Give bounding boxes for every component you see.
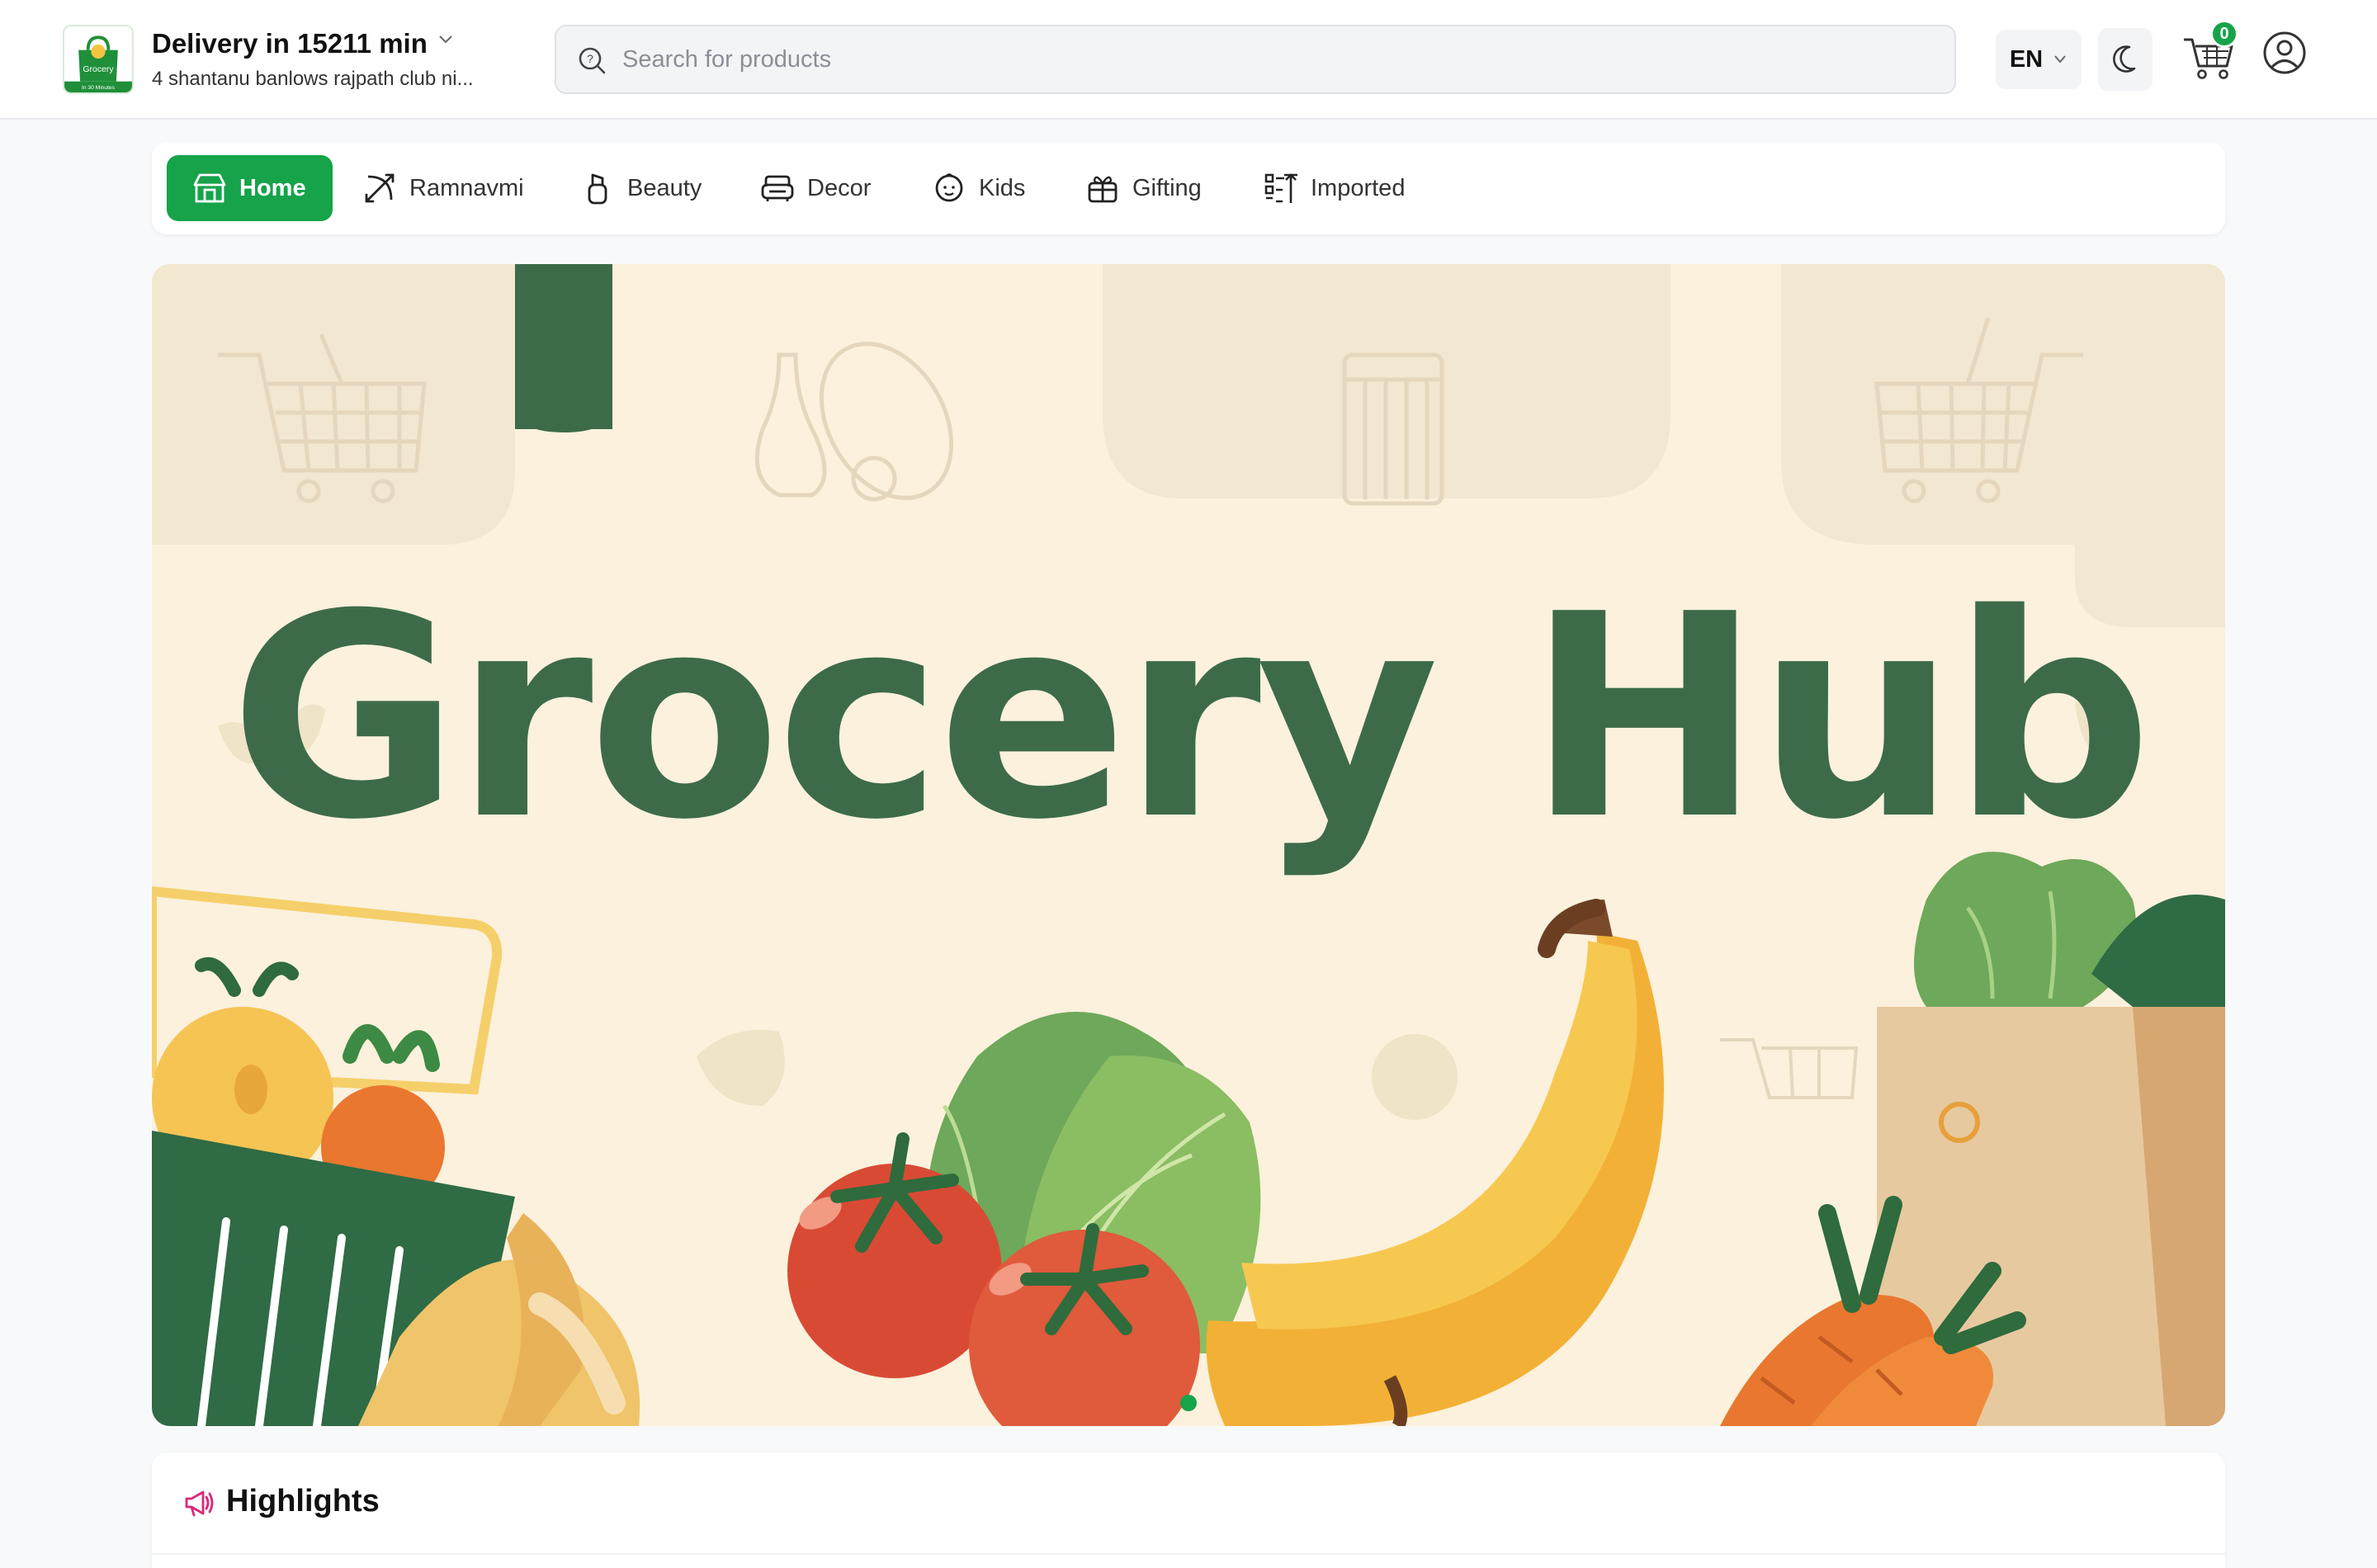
megaphone-icon	[185, 1490, 214, 1517]
category-ramnavmi[interactable]: Ramnavmi	[362, 155, 524, 221]
category-label: Home	[239, 174, 306, 201]
moon-icon	[2113, 45, 2136, 73]
bow-arrow-icon	[365, 173, 395, 203]
category-decor[interactable]: Decor	[759, 155, 871, 221]
cart-count-badge: 0	[2210, 20, 2238, 48]
category-gifting[interactable]: Gifting	[1085, 155, 1202, 221]
svg-text:In 30 Minutes: In 30 Minutes	[82, 85, 116, 91]
delivery-address[interactable]: 4 shantanu banlows rajpath club ni...	[152, 68, 507, 91]
divider	[152, 1553, 2225, 1555]
category-nav: Home Ramnavmi Beauty Decor Kids Gifting …	[152, 142, 2225, 234]
grocery-bag-logo[interactable]: Grocery In 30 Minutes	[63, 25, 134, 94]
category-kids[interactable]: Kids	[931, 155, 1025, 221]
category-label: Gifting	[1132, 174, 1202, 201]
section-title: Highlights	[226, 1484, 380, 1518]
theme-toggle-button[interactable]	[2098, 28, 2153, 91]
category-label: Beauty	[627, 174, 702, 201]
store-icon	[193, 173, 226, 203]
category-home[interactable]: Home	[167, 155, 333, 221]
import-list-icon	[1264, 173, 1297, 203]
category-label: Ramnavmi	[409, 174, 524, 201]
category-label: Decor	[807, 174, 872, 201]
bottle-icon	[588, 173, 607, 205]
search-input[interactable]	[622, 26, 1926, 92]
gift-icon	[1088, 176, 1118, 203]
category-beauty[interactable]: Beauty	[579, 155, 702, 221]
svg-text:Grocery: Grocery	[83, 65, 114, 74]
category-label: Kids	[979, 174, 1026, 201]
search-icon: ?	[579, 47, 606, 74]
carousel-indicator-1[interactable]	[1180, 1395, 1197, 1411]
category-label: Imported	[1311, 174, 1406, 201]
hero-banner[interactable]: Grocery Hub	[152, 264, 2225, 1426]
category-imported[interactable]: Imported	[1263, 155, 1405, 221]
baby-icon	[935, 173, 963, 202]
delivery-time-title[interactable]: Delivery in 15211 min	[152, 28, 428, 59]
sofa-icon	[761, 175, 794, 201]
highlights-section: Highlights	[152, 1452, 2225, 1568]
user-icon[interactable]	[2261, 30, 2308, 76]
language-selector[interactable]: EN	[1996, 30, 2082, 89]
top-header: Grocery In 30 Minutes Delivery in 15211 …	[0, 0, 2377, 120]
chevron-down-icon[interactable]	[437, 33, 454, 46]
banner-title: Grocery Hub	[229, 555, 2153, 881]
svg-text:?: ?	[587, 52, 593, 65]
search-bar[interactable]: ?	[555, 25, 1956, 94]
language-label: EN	[2009, 45, 2044, 73]
chevron-down-icon	[2054, 55, 2066, 64]
